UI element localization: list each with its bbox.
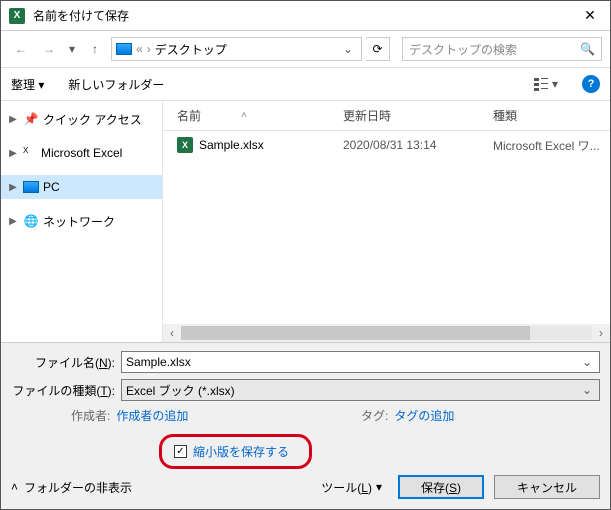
nav-back-button[interactable]: ←	[9, 37, 33, 61]
filename-dropdown-icon[interactable]: ⌄	[579, 355, 595, 369]
scroll-thumb[interactable]	[181, 326, 530, 340]
cancel-button[interactable]: キャンセル	[494, 475, 600, 499]
author-label: 作成者:	[71, 407, 110, 424]
author-value[interactable]: 作成者の追加	[116, 407, 188, 424]
address-dropdown-icon[interactable]: ⌄	[339, 42, 357, 56]
sidebar-item-quick-access[interactable]: ▶ 📌 クイック アクセス	[1, 107, 162, 131]
tools-button[interactable]: ツール(L) ▾	[315, 476, 388, 499]
file-type: Microsoft Excel ワ...	[493, 137, 610, 154]
quick-access-icon: 📌	[23, 111, 39, 127]
toolbar: 整理 ▾ 新しいフォルダー ▾ ?	[1, 67, 610, 101]
hide-folders-button[interactable]: ˄ フォルダーの非表示	[11, 479, 132, 496]
file-row[interactable]: X Sample.xlsx 2020/08/31 13:14 Microsoft …	[163, 131, 610, 159]
scroll-left-icon[interactable]: ‹	[163, 326, 181, 340]
filetype-select[interactable]: Excel ブック (*.xlsx) ⌄	[121, 379, 600, 401]
thumbnail-highlight: ✓ 縮小版を保存する	[159, 434, 312, 469]
horizontal-scrollbar[interactable]: ‹ ›	[163, 324, 610, 342]
file-list-area: 名前˄ 更新日時 種類 X Sample.xlsx 2020/08/31 13:1…	[163, 101, 610, 342]
xlsx-file-icon: X	[177, 137, 193, 153]
search-input[interactable]: デスクトップの検索 🔍	[402, 37, 602, 61]
organize-button[interactable]: 整理 ▾	[11, 76, 44, 93]
breadcrumb-location[interactable]: デスクトップ	[155, 41, 227, 58]
view-icon	[533, 77, 549, 91]
column-date[interactable]: 更新日時	[343, 107, 493, 124]
close-button[interactable]: ✕	[570, 1, 610, 31]
sidebar-item-excel[interactable]: ▶ X Microsoft Excel	[1, 141, 162, 165]
tag-value[interactable]: タグの追加	[394, 407, 454, 424]
help-button[interactable]: ?	[582, 75, 600, 93]
scroll-track[interactable]	[181, 326, 592, 340]
expand-icon[interactable]: ▶	[7, 114, 19, 125]
sidebar-item-pc[interactable]: ▶ PC	[1, 175, 162, 199]
bottom-panel: ファイル名(N): Sample.xlsx ⌄ ファイルの種類(T): Exce…	[1, 342, 610, 509]
column-headers: 名前˄ 更新日時 種類	[163, 101, 610, 131]
expand-icon[interactable]: ▶	[7, 216, 19, 227]
navbar: ← → ▾ ↑ « › デスクトップ ⌄ ⟳ デスクトップの検索 🔍	[1, 31, 610, 67]
view-options-button[interactable]: ▾	[533, 77, 558, 91]
dropdown-icon: ▾	[376, 480, 382, 494]
sidebar-item-network[interactable]: ▶ 🌐 ネットワーク	[1, 209, 162, 233]
nav-up-button[interactable]: ↑	[83, 37, 107, 61]
excel-app-icon: X	[9, 8, 25, 24]
dialog-title: 名前を付けて保存	[33, 7, 570, 24]
breadcrumb-arrow-icon: ›	[147, 42, 151, 56]
breadcrumb-sep: «	[136, 42, 143, 56]
pc-icon	[116, 43, 132, 55]
network-icon: 🌐	[23, 213, 39, 229]
filetype-label: ファイルの種類(T):	[11, 382, 121, 399]
excel-icon: X	[23, 146, 37, 160]
tag-label: タグ:	[361, 407, 388, 424]
filename-label: ファイル名(N):	[11, 354, 121, 371]
file-date: 2020/08/31 13:14	[343, 138, 493, 152]
search-placeholder: デスクトップの検索	[409, 41, 580, 58]
search-icon: 🔍	[580, 42, 595, 56]
address-bar[interactable]: « › デスクトップ ⌄	[111, 37, 362, 61]
sort-indicator-icon: ˄	[241, 110, 247, 121]
nav-recent-dropdown[interactable]: ▾	[65, 37, 79, 61]
filename-input[interactable]: Sample.xlsx ⌄	[121, 351, 600, 373]
chevron-up-icon: ˄	[11, 480, 18, 494]
filetype-dropdown-icon[interactable]: ⌄	[579, 383, 595, 397]
column-type[interactable]: 種類	[493, 107, 610, 124]
scroll-right-icon[interactable]: ›	[592, 326, 610, 340]
refresh-button[interactable]: ⟳	[366, 37, 390, 61]
new-folder-button[interactable]: 新しいフォルダー	[68, 76, 164, 93]
thumbnail-checkbox[interactable]: ✓	[174, 445, 187, 458]
expand-icon[interactable]: ▶	[7, 182, 19, 193]
titlebar: X 名前を付けて保存 ✕	[1, 1, 610, 31]
nav-forward-button[interactable]: →	[37, 37, 61, 61]
pc-icon	[23, 181, 39, 193]
save-button[interactable]: 保存(S)	[398, 475, 484, 499]
expand-icon[interactable]: ▶	[7, 148, 19, 159]
file-name: Sample.xlsx	[199, 138, 264, 152]
sidebar: ▶ 📌 クイック アクセス ▶ X Microsoft Excel ▶ PC ▶…	[1, 101, 163, 342]
column-name[interactable]: 名前˄	[163, 107, 343, 124]
thumbnail-label[interactable]: 縮小版を保存する	[193, 443, 289, 460]
